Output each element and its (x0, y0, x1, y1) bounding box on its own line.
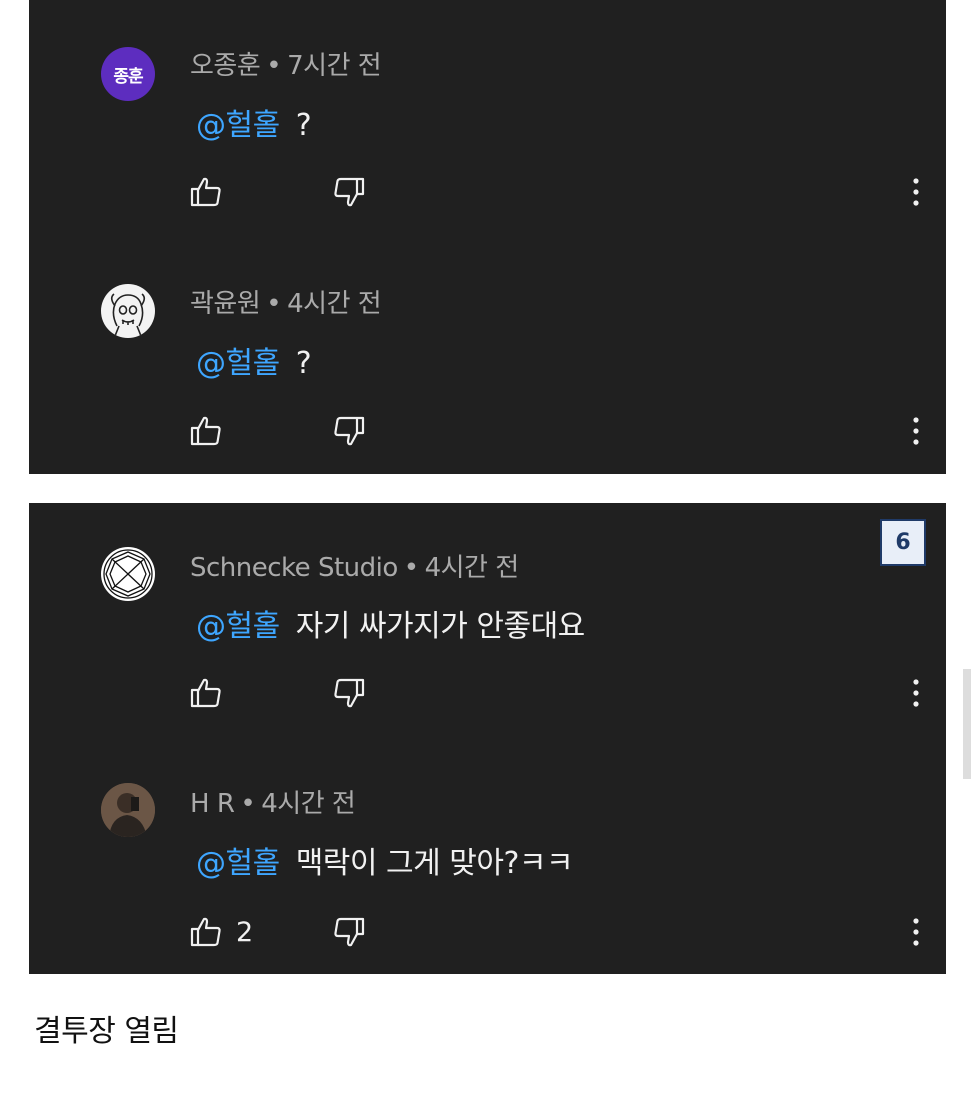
mention-link[interactable]: @헐홀 (196, 108, 280, 143)
comment-actions: 2 (190, 915, 920, 955)
comment-item: 종훈 오종훈 • 7시간 전 @헐홀? (29, 0, 946, 240)
comment-actions (190, 414, 920, 454)
author-name[interactable]: 곽윤원 (190, 289, 261, 319)
mention-link[interactable]: @헐홀 (196, 609, 280, 644)
more-options-button[interactable] (912, 414, 920, 448)
cartoon-face-avatar-icon (110, 293, 146, 337)
comment-text: ? (295, 108, 312, 143)
thumb-down-icon (334, 678, 365, 708)
comment-body: @헐홀 자기 싸가지가 안좋대요 (196, 601, 585, 645)
mention-link[interactable]: @헐홀 (196, 846, 280, 881)
comment-panel-2: Schnecke Studio•4시간 전 @헐홀자기 싸가지가 안좋대요 (29, 503, 946, 974)
more-vertical-icon (913, 918, 919, 946)
avatar[interactable] (101, 547, 155, 601)
comment-item: Schnecke Studio • 4시간 전 @헐홀 자기 싸가지가 안좋대요 (29, 503, 946, 743)
comment-meta: H R • 4시간 전 (190, 783, 356, 820)
comment-meta: 오종훈 • 7시간 전 (190, 45, 382, 82)
like-count: 2 (236, 916, 254, 948)
meta-separator: • (266, 289, 282, 319)
like-button[interactable] (190, 676, 236, 710)
thumb-down-icon (334, 416, 365, 446)
comment-body: @헐홀? (196, 338, 312, 382)
like-button[interactable] (190, 175, 236, 209)
dislike-button[interactable] (333, 915, 365, 949)
thumb-up-icon (190, 416, 221, 446)
avatar-initials: 종훈 (113, 66, 143, 87)
comment-item: 곽윤원 • 4시간 전 @헐홀? (29, 238, 946, 478)
like-button[interactable] (190, 414, 236, 448)
author-name[interactable]: Schnecke Studio (190, 553, 398, 583)
comment-actions (190, 175, 920, 215)
mention-link[interactable]: @헐홀 (196, 346, 280, 381)
comment-body: @헐홀? (196, 100, 312, 144)
comment-meta: 곽윤원 • 4시간 전 (190, 283, 382, 320)
more-vertical-icon (913, 679, 919, 707)
comment-actions (190, 676, 920, 716)
comment-time[interactable]: 4시간 전 (425, 553, 520, 583)
more-vertical-icon (913, 417, 919, 445)
comment-time[interactable]: 4시간 전 (261, 789, 356, 819)
more-options-button[interactable] (912, 915, 920, 949)
person-photo-avatar-icon (101, 783, 155, 837)
comment-meta: Schnecke Studio • 4시간 전 (190, 547, 519, 584)
avatar[interactable] (101, 783, 155, 837)
meta-separator: • (240, 789, 256, 819)
dislike-button[interactable] (333, 414, 365, 448)
post-caption: 결투장 열림 (34, 1014, 179, 1049)
author-name[interactable]: H R (190, 789, 235, 819)
comment-text: ? (295, 346, 312, 381)
more-vertical-icon (913, 178, 919, 206)
comment-item: H R • 4시간 전 @헐홀 맥락이 그게 맞아?ㅋㅋ 2 (29, 739, 946, 979)
comment-body: @헐홀 맥락이 그게 맞아?ㅋㅋ (196, 838, 574, 882)
thumb-down-icon (334, 917, 365, 947)
more-options-button[interactable] (912, 676, 920, 710)
thumb-down-icon (334, 177, 365, 207)
meta-separator: • (403, 553, 419, 583)
thumb-up-icon (190, 177, 221, 207)
avatar[interactable] (101, 284, 155, 338)
meta-separator: • (266, 51, 282, 81)
thumb-up-icon (190, 678, 221, 708)
comment-text: 맥락이 그게 맞아?ㅋㅋ (295, 846, 574, 881)
comment-time[interactable]: 4시간 전 (287, 289, 382, 319)
author-name[interactable]: 오종훈 (190, 51, 261, 81)
like-button[interactable]: 2 (190, 915, 253, 949)
comment-panel-1: 종훈 오종훈 • 7시간 전 @헐홀? 곽윤원 • 4시간 전 @헐홀 ? (29, 0, 946, 474)
avatar[interactable]: 종훈 (101, 47, 155, 101)
studio-logo-icon (103, 549, 153, 599)
thumb-up-icon (190, 917, 221, 947)
dislike-button[interactable] (333, 676, 365, 710)
number-badge: 6 (880, 519, 926, 566)
scrollbar[interactable] (963, 669, 971, 779)
comment-text: 자기 싸가지가 안좋대요 (295, 609, 586, 644)
comment-time[interactable]: 7시간 전 (287, 51, 382, 81)
dislike-button[interactable] (333, 175, 365, 209)
more-options-button[interactable] (912, 175, 920, 209)
